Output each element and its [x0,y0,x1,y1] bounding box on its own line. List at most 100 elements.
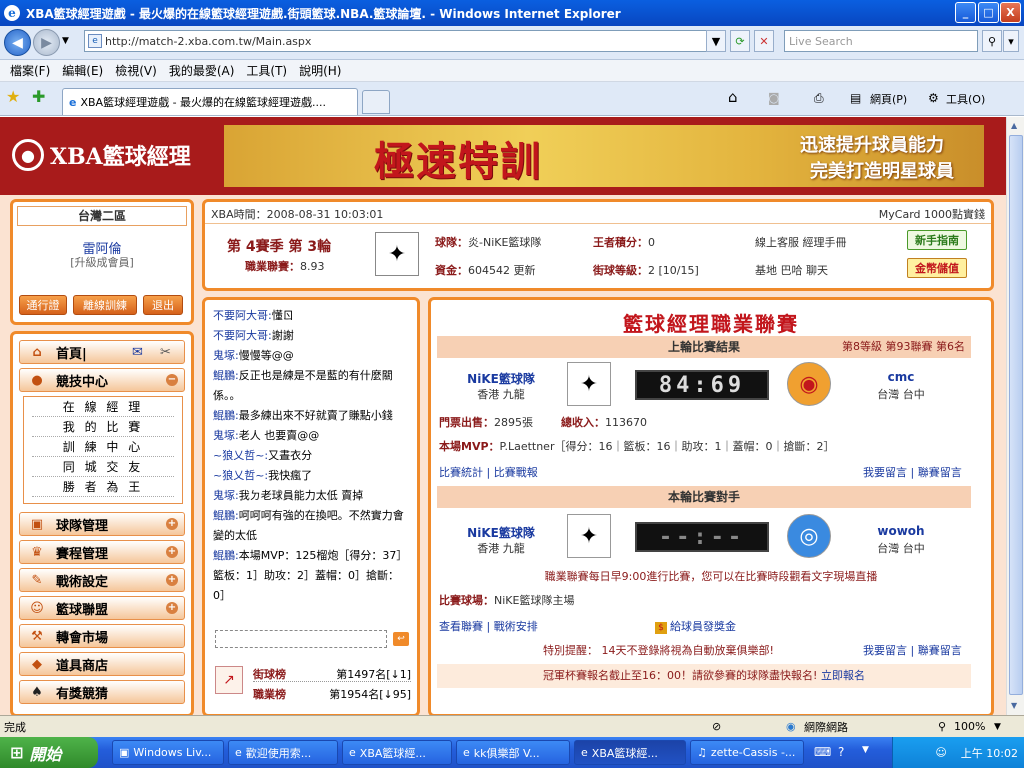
menu-file[interactable]: 檔案(F) [4,62,56,79]
game-stats-links[interactable]: 比賽統計 | 比賽戰報 [439,464,538,480]
upgrade-member-link[interactable]: [升級成會員] [13,254,191,270]
zoom-level[interactable]: 100% [954,720,985,733]
tools-icon[interactable]: ✂ [160,345,171,360]
chat-sender[interactable]: ~狼乂哲~: [213,449,268,462]
home-icon[interactable]: ⌂ [728,88,738,106]
chat-sender[interactable]: 鯤鵬: [213,369,239,382]
chat-input[interactable] [215,630,387,648]
next-home-team-name[interactable]: NiKE籃球隊 [451,524,551,541]
submenu-my-games[interactable]: 我 的 比 賽 [32,417,174,437]
maximize-button[interactable]: □ [978,2,999,23]
menu-league[interactable]: ☺ 籃球聯盟 + [19,596,185,620]
page-menu-button[interactable]: 網頁(P) [870,91,907,107]
task-media-player[interactable]: ♫ zette-Cassis -... [690,740,804,765]
minimize-button[interactable]: _ [955,2,976,23]
tray-arrow-icon[interactable]: ▼ [862,745,869,755]
url-input[interactable]: e http://match-2.xba.com.tw/Main.aspx [84,30,722,52]
new-tab-button[interactable] [362,90,390,114]
promo-banner[interactable]: 極速特訓 迅速提升球員能力 完美打造明星球員 [224,125,984,187]
menu-view[interactable]: 檢視(V) [109,62,163,79]
scroll-up-icon[interactable]: ▲ [1011,121,1017,130]
task-windows-live[interactable]: ▣ Windows Liv... [112,740,224,765]
close-button[interactable]: X [1000,2,1021,23]
player-bonus-link[interactable]: 給球員發獎金 [670,620,736,633]
menu-help[interactable]: 說明(H) [293,62,347,79]
submenu-winner[interactable]: 勝 者 為 王 [32,477,174,497]
keyboard-icon[interactable]: ⌨ [814,745,831,759]
offline-training-button[interactable]: 離線訓練 [73,295,137,315]
chat-sender[interactable]: 鬼塚: [213,489,239,502]
zoom-dropdown-icon[interactable]: ▼ [994,722,1001,732]
menu-tools[interactable]: 工具(T) [240,62,293,79]
add-favorite-icon[interactable]: ✚ [32,87,45,106]
help-icon[interactable]: ? [838,745,844,759]
search-options-icon[interactable]: ▾ [1003,30,1019,52]
menu-home[interactable]: ⌂ 首頁| ✉ ✂ [19,340,185,364]
chat-send-button[interactable]: ↩ [393,632,409,646]
page-scrollbar[interactable]: ▲ ▼ [1006,117,1024,715]
site-logo[interactable]: ● XBA籃球經理 [12,135,202,175]
task-kk-club[interactable]: e kk俱樂部 V... [456,740,570,765]
menu-team-management[interactable]: ▣ 球隊管理 + [19,512,185,536]
menu-transfer-market[interactable]: ⚒ 轉會市場 [19,624,185,648]
next-away-team-name[interactable]: wowoh [851,524,951,538]
chat-sender[interactable]: 不要阿大哥: [213,309,272,322]
cup-signup-link[interactable]: 立即報名 [821,669,865,682]
task-xba-1[interactable]: e XBA籃球經... [342,740,452,765]
favorites-star-icon[interactable]: ★ [6,87,20,106]
search-input[interactable]: Live Search [784,30,978,52]
menu-tactics[interactable]: ✎ 戰術設定 + [19,568,185,592]
mail-icon[interactable]: ✉ [132,345,143,360]
chat-sender[interactable]: 不要阿大哥: [213,329,272,342]
menu-item-label: 道具商店 [56,658,109,674]
gold-topup-button[interactable]: 金幣儲值 [907,258,967,278]
away-team-name[interactable]: cmc [851,370,951,384]
refresh-icon[interactable]: ⟳ [730,30,750,52]
service-links[interactable]: 線上客服 經理手冊 [755,234,847,250]
menu-betting[interactable]: ♠ 有獎競猜 [19,680,185,704]
tab-active[interactable]: e XBA籃球經理遊戲 - 最火爆的在線籃球經理遊戲.... [62,88,358,115]
league-view-links[interactable]: 查看聯賽 | 戰術安排 [439,618,538,634]
scroll-thumb[interactable] [1009,135,1023,695]
street-rank-label[interactable]: 街球榜 [253,668,286,681]
back-button[interactable]: ◀ [4,29,31,56]
passport-button[interactable]: 通行證 [19,295,67,315]
mycard-link[interactable]: MyCard 1000點實錢 [879,206,985,222]
chat-sender[interactable]: 鬼塚: [213,429,239,442]
home-team-name[interactable]: NiKE籃球隊 [451,370,551,387]
history-dropdown-icon[interactable]: ▼ [62,36,69,46]
newbie-guide-button[interactable]: 新手指南 [907,230,967,250]
scroll-down-icon[interactable]: ▼ [1011,701,1017,710]
chat-sender[interactable]: 鯤鵬: [213,509,239,522]
stop-icon[interactable]: ✕ [754,30,774,52]
menu-edit[interactable]: 編輯(E) [56,62,109,79]
chat-sender[interactable]: 鬼塚: [213,349,239,362]
menu-item-shop[interactable]: ◆ 道具商店 [19,652,185,676]
message-links-2[interactable]: 我要留言 | 聯賽留言 [863,642,962,658]
message-links[interactable]: 我要留言 | 聯賽留言 [863,464,962,480]
update-link[interactable]: 更新 [514,264,536,277]
submenu-online-manager[interactable]: 在 線 經 理 [32,397,174,417]
url-dropdown-icon[interactable]: ▼ [706,30,726,52]
community-links[interactable]: 基地 巴哈 聊天 [755,262,828,278]
start-button[interactable]: ⊞ 開始 [0,737,98,768]
chat-sender[interactable]: ~狼乂哲~: [213,469,268,482]
chat-sender[interactable]: 鯤鵬: [213,549,239,562]
logout-button[interactable]: 退出 [143,295,183,315]
tools-menu-button[interactable]: 工具(O) [946,91,985,107]
chat-sender[interactable]: 鯤鵬: [213,409,239,422]
menu-favorites[interactable]: 我的最愛(A) [163,62,241,79]
submenu-training-center[interactable]: 訓 練 中 心 [32,437,174,457]
forward-button[interactable]: ▶ [33,29,60,56]
task-welcome[interactable]: e 歡迎使用索... [228,740,338,765]
pro-rank-label[interactable]: 職業榜 [253,688,286,701]
search-icon[interactable]: ⚲ [982,30,1002,52]
menu-compete[interactable]: ● 競技中心 − [19,368,185,392]
submenu-city-friends[interactable]: 同 城 交 友 [32,457,174,477]
messenger-icon[interactable]: ☺ [935,746,946,759]
menu-schedule[interactable]: ♛ 賽程管理 + [19,540,185,564]
print-icon[interactable]: ⎙ [814,91,824,106]
feeds-icon[interactable]: ◙ [768,91,780,105]
team-name[interactable]: 炎-NiKE籃球隊 [468,236,541,249]
task-xba-2-active[interactable]: e XBA籃球經... [574,740,686,765]
